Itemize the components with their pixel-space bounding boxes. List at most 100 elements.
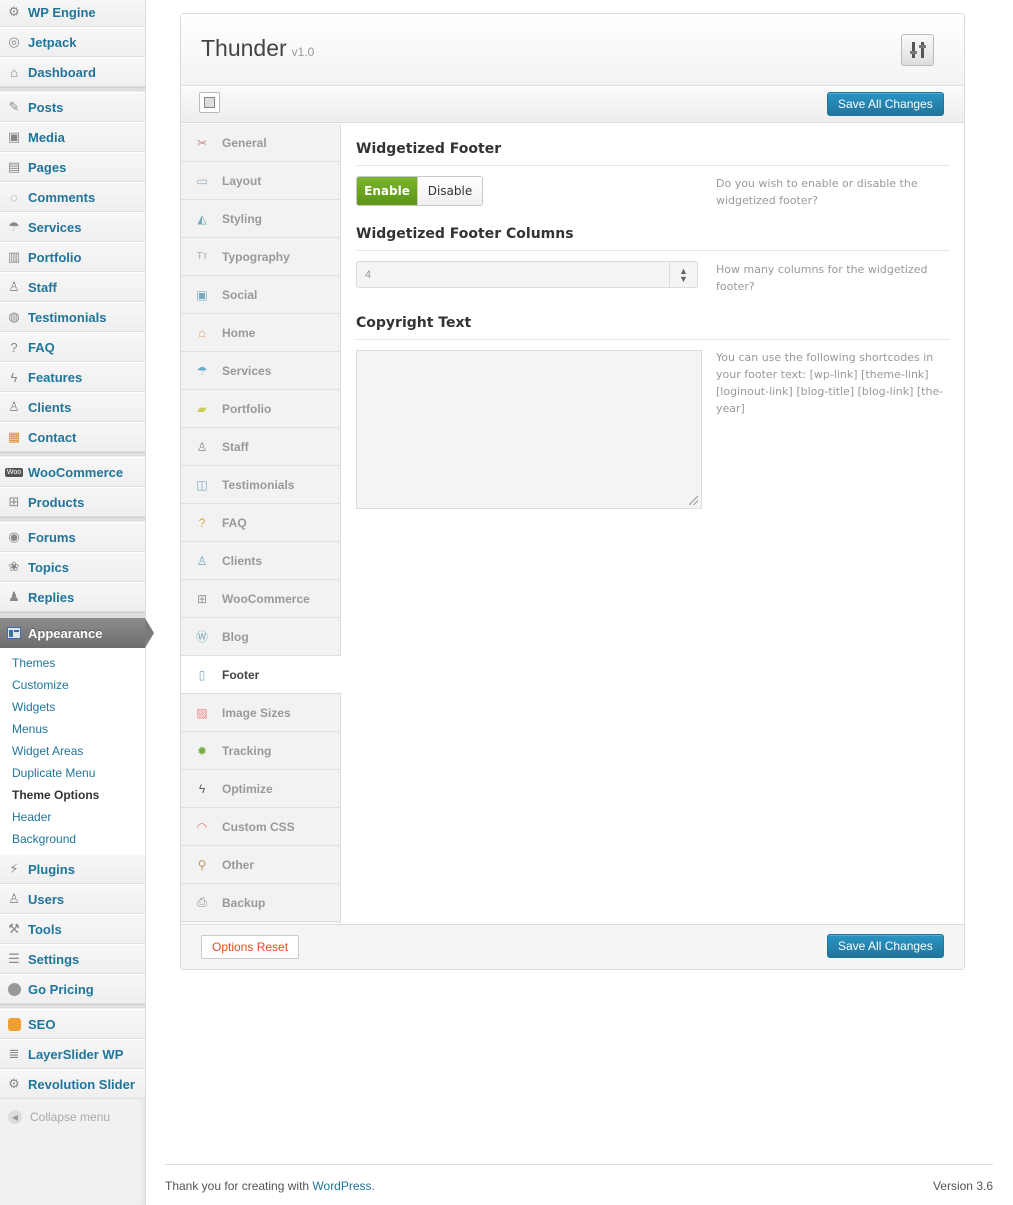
tab-testimonials[interactable]: ◫ Testimonials <box>181 466 341 504</box>
submenu-widget-areas[interactable]: Widget Areas <box>0 742 145 764</box>
layers-icon: ≣ <box>8 1046 20 1061</box>
menu-portfolio[interactable]: ▥ Portfolio <box>0 242 145 272</box>
tab-typography[interactable]: Tт Typography <box>181 238 341 276</box>
dashboard-icon: ⌂ <box>10 64 18 80</box>
menu-layerslider[interactable]: ≣ LayerSlider WP <box>0 1039 145 1069</box>
save-all-changes-button-bottom[interactable]: Save All Changes <box>827 934 944 958</box>
tab-portfolio[interactable]: ▰ Portfolio <box>181 390 341 428</box>
enable-button[interactable]: Enable <box>357 177 417 205</box>
options-reset-button[interactable]: Options Reset <box>201 935 300 959</box>
menu-jetpack[interactable]: ◎ Jetpack <box>0 27 145 57</box>
submenu-background[interactable]: Background <box>0 830 145 852</box>
person-icon: ♙ <box>196 439 208 454</box>
save-all-changes-button[interactable]: Save All Changes <box>827 92 944 116</box>
tab-layout[interactable]: ▭ Layout <box>181 162 341 200</box>
tab-social[interactable]: ▣ Social <box>181 276 341 314</box>
settings-icon: ☰ <box>8 951 20 966</box>
page-title: Thunder v1.0 <box>201 35 315 61</box>
tab-image-sizes[interactable]: ▨ Image Sizes <box>181 694 341 732</box>
menu-dashboard[interactable]: ⌂ Dashboard <box>0 57 145 87</box>
admin-sidebar: ⚙ WP Engine ◎ Jetpack ⌂ Dashboard ✎ Post… <box>0 0 154 1205</box>
menu-testimonials[interactable]: ◍ Testimonials <box>0 302 145 332</box>
tab-home[interactable]: ⌂ Home <box>181 314 341 352</box>
tab-tracking[interactable]: ✹ Tracking <box>181 732 341 770</box>
tab-general[interactable]: ✂ General <box>181 124 341 162</box>
tab-woocommerce[interactable]: ⊞ WooCommerce <box>181 580 341 618</box>
tab-custom-css[interactable]: ◠ Custom CSS <box>181 808 341 846</box>
menu-products[interactable]: ⊞ Products <box>0 487 145 517</box>
footer-description: Do you wish to enable or disable the wid… <box>716 177 918 207</box>
menu-media[interactable]: ▣ Media <box>0 122 145 152</box>
menu-users[interactable]: ♙ Users <box>0 884 145 914</box>
typography-icon: Tт <box>196 251 208 262</box>
pages-icon: ▤ <box>7 159 21 174</box>
submenu-customize[interactable]: Customize <box>0 676 145 698</box>
menu-settings[interactable]: ☰ Settings <box>0 944 145 974</box>
tab-services[interactable]: ☂ Services <box>181 352 341 390</box>
expand-toggle-button[interactable] <box>199 92 220 113</box>
submenu-header[interactable]: Header <box>0 808 145 830</box>
tab-blog[interactable]: Ⓦ Blog <box>181 618 341 656</box>
tab-clients[interactable]: ♙ Clients <box>181 542 341 580</box>
copyright-textarea[interactable] <box>356 350 702 509</box>
tab-styling[interactable]: ◭ Styling <box>181 200 341 238</box>
menu-staff[interactable]: ♙ Staff <box>0 272 145 302</box>
menu-pages[interactable]: ▤ Pages <box>0 152 145 182</box>
cart-icon: ⊞ <box>196 591 208 606</box>
tab-other[interactable]: ⚲ Other <box>181 846 341 884</box>
footer-columns-select[interactable]: 4 ▲ ▼ <box>356 261 698 288</box>
jetpack-icon: ◎ <box>8 34 20 49</box>
theme-options-panel: Thunder v1.0 Save All Changes ✂ General ▭… <box>180 13 965 970</box>
menu-appearance[interactable]: Appearance <box>0 618 154 648</box>
submenu-theme-options[interactable]: Theme Options <box>0 786 145 808</box>
users-icon: ♙ <box>8 891 20 906</box>
tab-footer[interactable]: ▯ Footer <box>181 656 342 694</box>
menu-clients[interactable]: ♙ Clients <box>0 392 145 422</box>
collapse-menu[interactable]: ◀ Collapse menu <box>0 1104 145 1130</box>
cart-icon: ⊞ <box>8 494 20 509</box>
options-logo-icon <box>901 34 934 66</box>
disable-button[interactable]: Disable <box>417 177 482 205</box>
submenu-menus[interactable]: Menus <box>0 720 145 742</box>
resize-grip-icon[interactable] <box>689 496 698 505</box>
theme-version: v1.0 <box>291 45 315 59</box>
social-icon: ▣ <box>196 287 208 302</box>
menu-contact[interactable]: ▦ Contact <box>0 422 145 452</box>
backup-icon: ⎙ <box>197 895 207 909</box>
question-icon: ? <box>10 339 18 355</box>
menu-services[interactable]: ☂ Services <box>0 212 145 242</box>
select-arrows-icon: ▲ ▼ <box>669 262 697 287</box>
menu-woocommerce[interactable]: Woo WooCommerce <box>0 457 145 487</box>
tools-icon: ⚒ <box>8 921 20 936</box>
menu-features[interactable]: ϟ Features <box>0 362 145 392</box>
tab-staff[interactable]: ♙ Staff <box>181 428 341 466</box>
tab-faq[interactable]: ? FAQ <box>181 504 341 542</box>
submenu-themes[interactable]: Themes <box>0 654 145 676</box>
plug-icon: ⚡ <box>9 861 19 876</box>
menu-go-pricing[interactable]: Go Pricing <box>0 974 145 1004</box>
question-icon: ? <box>198 515 206 530</box>
menu-tools[interactable]: ⚒ Tools <box>0 914 145 944</box>
gear-icon: ⚙ <box>8 4 20 19</box>
menu-topics[interactable]: ❀ Topics <box>0 552 145 582</box>
menu-faq[interactable]: ? FAQ <box>0 332 145 362</box>
media-icon: ▣ <box>7 129 21 144</box>
wordpress-link[interactable]: WordPress <box>312 1179 371 1193</box>
menu-comments[interactable]: ◌ Comments <box>0 182 145 212</box>
menu-forums[interactable]: ◉ Forums <box>0 522 145 552</box>
appearance-submenu: Themes Customize Widgets Menus Widget Ar… <box>0 648 145 855</box>
tab-optimize[interactable]: ϟ Optimize <box>181 770 341 808</box>
submenu-widgets[interactable]: Widgets <box>0 698 145 720</box>
menu-posts[interactable]: ✎ Posts <box>0 92 145 122</box>
widgetized-footer-toggle[interactable]: Enable Disable <box>356 176 483 206</box>
menu-replies[interactable]: ♟ Replies <box>0 582 145 612</box>
menu-seo[interactable]: SEO <box>0 1009 145 1039</box>
menu-plugins[interactable]: ⚡ Plugins <box>0 854 145 884</box>
menu-wp-engine[interactable]: ⚙ WP Engine <box>0 0 145 27</box>
menu-revolution-slider[interactable]: ⚙ Revolution Slider <box>0 1069 145 1099</box>
comment-icon: ◌ <box>10 189 18 205</box>
page-icon: ▯ <box>198 667 206 682</box>
chat-icon: ◫ <box>196 477 208 492</box>
submenu-duplicate-menu[interactable]: Duplicate Menu <box>0 764 145 786</box>
tab-backup[interactable]: ⎙ Backup <box>181 884 341 922</box>
